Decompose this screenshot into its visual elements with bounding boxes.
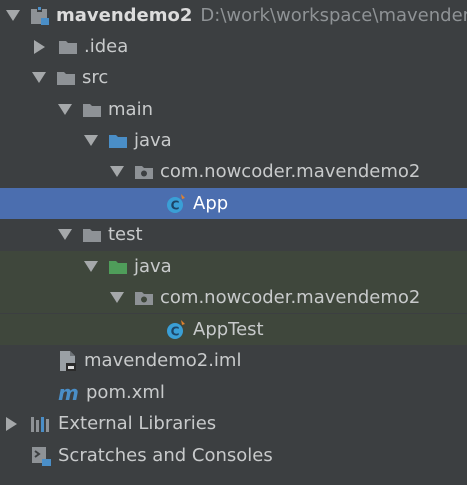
expanded-arrow-icon[interactable] [58, 104, 72, 115]
node-label: .idea [84, 36, 129, 57]
tree-node-test-java[interactable]: java [0, 251, 467, 282]
collapsed-arrow-icon[interactable] [34, 39, 45, 54]
node-label: External Libraries [58, 413, 217, 434]
module-icon [30, 6, 50, 25]
expanded-arrow-icon[interactable] [58, 229, 72, 240]
maven-icon: m [58, 381, 80, 405]
folder-icon [82, 102, 102, 118]
expanded-arrow-icon[interactable] [84, 135, 98, 146]
tree-node-src[interactable]: src [0, 62, 467, 93]
svg-text:m: m [58, 383, 79, 403]
folder-icon [82, 227, 102, 243]
folder-icon [56, 70, 76, 86]
java-class-icon: C [165, 193, 187, 215]
tree-node-main-java[interactable]: java [0, 125, 467, 156]
expanded-arrow-icon[interactable] [84, 261, 98, 272]
tree-node-apptest[interactable]: C AppTest [0, 314, 467, 345]
node-label: test [108, 224, 143, 245]
node-label: main [108, 99, 153, 120]
node-label: com.nowcoder.mavendemo2 [160, 161, 421, 182]
tree-node-scratches[interactable]: Scratches and Consoles [0, 440, 467, 471]
svg-text:C: C [171, 324, 180, 338]
tree-node-iml[interactable]: mavendemo2.iml [0, 345, 467, 376]
tree-node-test-package[interactable]: com.nowcoder.mavendemo2 [0, 282, 467, 313]
tree-node-external-libraries[interactable]: External Libraries [0, 408, 467, 439]
expanded-arrow-icon[interactable] [110, 292, 124, 303]
scratches-icon [30, 445, 52, 467]
tree-node-pom[interactable]: m pom.xml [0, 377, 467, 408]
node-label: Scratches and Consoles [58, 445, 273, 466]
source-folder-icon [108, 133, 128, 149]
folder-icon [58, 39, 78, 55]
expanded-arrow-icon[interactable] [110, 166, 124, 177]
project-name: mavendemo2 [56, 5, 193, 26]
svg-text:C: C [171, 198, 180, 212]
tree-node-app[interactable]: C App [0, 188, 467, 219]
tree-node-test[interactable]: test [0, 219, 467, 250]
package-icon [134, 164, 154, 180]
tree-node-project-root[interactable]: mavendemo2 D:\work\workspace\mavendemo [0, 0, 467, 31]
node-label: AppTest [193, 319, 264, 340]
project-tree: mavendemo2 D:\work\workspace\mavendemo .… [0, 0, 467, 485]
node-label: mavendemo2.iml [84, 350, 242, 371]
expanded-arrow-icon[interactable] [6, 10, 20, 21]
tree-node-main[interactable]: main [0, 94, 467, 125]
project-path: D:\work\workspace\mavendemo [200, 5, 467, 26]
node-label: App [193, 193, 229, 214]
tree-node-main-package[interactable]: com.nowcoder.mavendemo2 [0, 156, 467, 187]
java-class-icon: C [165, 319, 187, 341]
collapsed-arrow-icon[interactable] [6, 416, 17, 431]
tree-node-idea[interactable]: .idea [0, 31, 467, 62]
node-label: src [82, 67, 109, 88]
iml-file-icon [58, 350, 78, 372]
node-label: pom.xml [86, 382, 165, 403]
node-label: com.nowcoder.mavendemo2 [160, 287, 421, 308]
expanded-arrow-icon[interactable] [32, 72, 46, 83]
node-label: java [134, 256, 172, 277]
node-label: java [134, 130, 172, 151]
test-source-folder-icon [108, 259, 128, 275]
libraries-icon [30, 415, 52, 433]
package-icon [134, 290, 154, 306]
